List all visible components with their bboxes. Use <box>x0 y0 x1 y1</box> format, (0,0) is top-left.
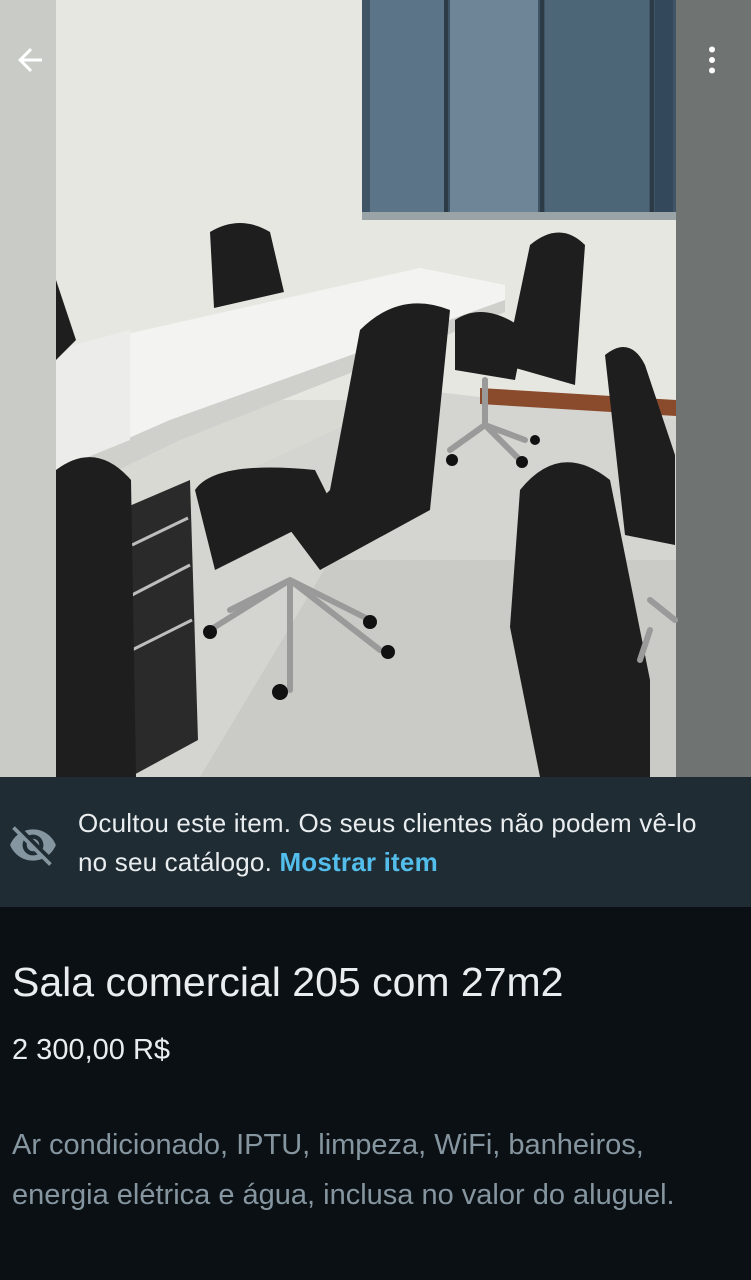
show-item-link[interactable]: Mostrar item <box>279 847 437 877</box>
product-price: 2 300,00 R$ <box>12 1034 171 1066</box>
arrow-left-icon <box>18 48 42 72</box>
notice-message: Ocultou este item. Os seus clientes não … <box>78 804 728 882</box>
product-description: Ar condicionado, IPTU, limpeza, WiFi, ba… <box>12 1129 675 1211</box>
catalog-item-screen: Ocultou este item. Os seus clientes não … <box>0 0 751 1280</box>
office-room-photo <box>0 0 751 777</box>
eye-off-icon <box>8 820 58 875</box>
product-title: Sala comercial 205 com 27m2 <box>12 959 564 1005</box>
product-photo[interactable] <box>0 0 751 777</box>
more-options-button[interactable] <box>687 28 737 92</box>
back-button[interactable] <box>0 28 60 92</box>
more-vertical-icon <box>709 46 715 74</box>
